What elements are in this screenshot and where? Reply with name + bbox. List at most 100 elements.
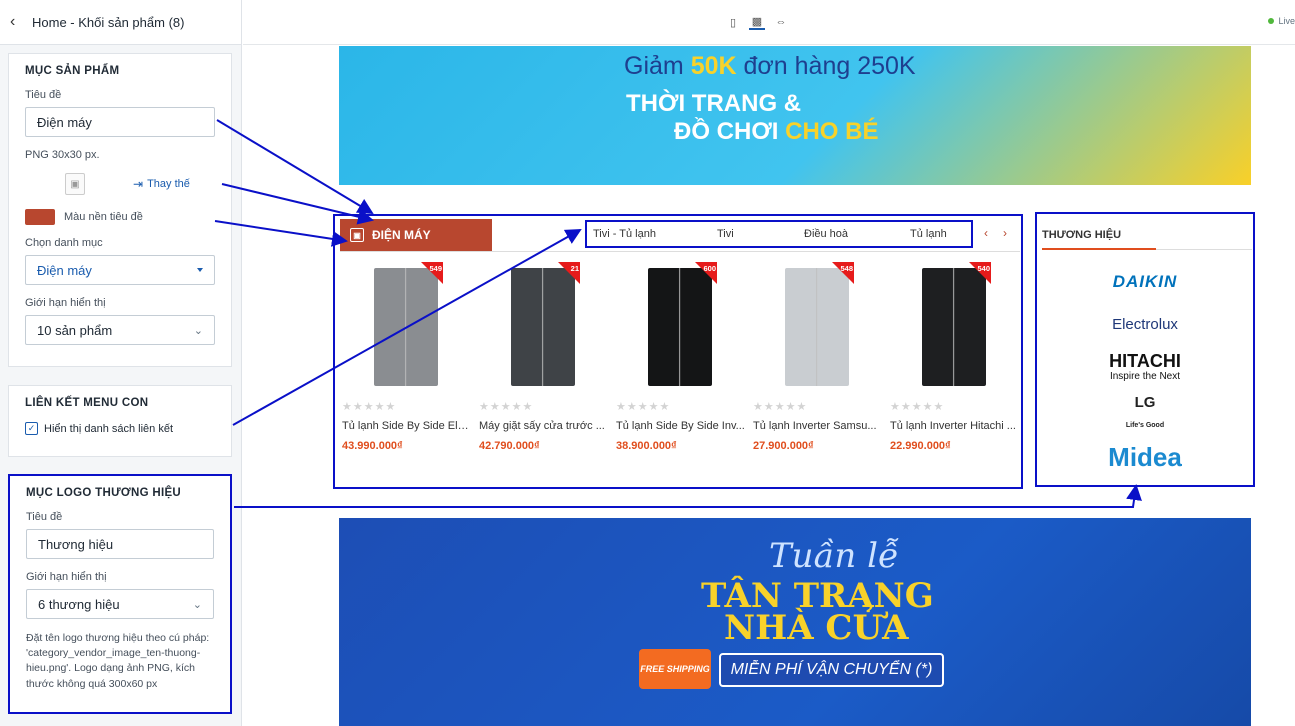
product-price: 42.790.000₫	[479, 440, 540, 452]
desktop-icon[interactable]: ▩	[749, 14, 765, 30]
kids-banner[interactable]: Giảm 50K đơn hàng 250K THỜI TRANG & ĐỒ C…	[339, 46, 1251, 185]
banner1-line3: ĐỒ CHƠI CHO BÉ	[674, 118, 878, 146]
banner1-line2: THỜI TRANG &	[626, 90, 802, 117]
submenu-tabs: Tivi - Tủ lạnh Tivi Điều hoà Tủ lạnh	[585, 220, 973, 248]
home-renovation-banner[interactable]: Tuần lễ TÂN TRANG NHÀ CỬA FREE SHIPPING …	[339, 518, 1251, 726]
banner1-line3-pre: ĐỒ CHƠI	[674, 118, 786, 145]
live-dot-icon	[1268, 18, 1275, 24]
product-card[interactable]: 21 ★★★★★ Máy giặt sấy cửa trước ... 42.790.…	[477, 262, 608, 452]
title-label: Tiêu đề	[25, 89, 62, 101]
midea-logo[interactable]: Midea	[1037, 442, 1253, 473]
product-price: 38.900.000₫	[616, 440, 677, 452]
brand-block-title: THƯƠNG HIỆU	[1042, 229, 1122, 241]
product-photo	[373, 268, 438, 386]
banner1-line3-hl: CHO BÉ	[785, 118, 879, 145]
replace-image-button[interactable]: ⇥ Thay thế	[133, 177, 190, 191]
device-switcher: ▯ ▩ ⇔	[725, 14, 797, 30]
product-name[interactable]: Máy giặt sấy cửa trước ...	[477, 420, 608, 432]
product-image[interactable]: 21	[477, 262, 608, 386]
brand-limit-label: Giới hạn hiển thị	[26, 571, 107, 583]
chevron-down-icon: ⌄	[192, 598, 202, 611]
brand-title-input[interactable]: Thương hiệu	[26, 529, 214, 559]
capacity-badge-text: 549	[429, 264, 442, 273]
free-shipping-badge: FREE SHIPPING	[639, 649, 711, 689]
tab-tu-lanh[interactable]: Tủ lạnh	[910, 228, 947, 240]
tab-dieu-hoa[interactable]: Điều hoà	[804, 228, 848, 240]
product-title-input[interactable]: Điện máy	[25, 107, 215, 137]
banner1-line1: Giảm 50K đơn hàng 250K	[624, 52, 916, 81]
bg-color-label: Màu nền tiêu đề	[64, 211, 143, 223]
product-image[interactable]: 540	[888, 262, 1019, 386]
replace-icon: ⇥	[133, 177, 144, 191]
show-links-checkbox[interactable]: ✓	[25, 422, 38, 435]
capacity-badge-text: 600	[703, 264, 716, 273]
product-card[interactable]: 549 ★★★★★ Tủ lạnh Side By Side Ele... 43.99…	[340, 262, 471, 452]
capacity-badge-text: 548	[840, 264, 853, 273]
category-image-thumb[interactable]: ▣	[65, 173, 85, 195]
banner2-line3: NHÀ CỬA	[724, 608, 909, 648]
back-icon[interactable]: ‹	[10, 13, 32, 31]
banner1-line1-pre: Giảm	[624, 52, 691, 80]
free-shipping-pill: MIỄN PHÍ VẬN CHUYỂN (*)	[719, 653, 944, 687]
live-label: Live	[1278, 16, 1295, 26]
product-image[interactable]: 548	[751, 262, 882, 386]
product-photo	[510, 268, 575, 386]
tab-tivi-tu-lanh[interactable]: Tivi - Tủ lạnh	[593, 228, 656, 240]
product-name[interactable]: Tủ lạnh Inverter Samsu...	[751, 420, 882, 432]
brand-block: THƯƠNG HIỆU DAIKIN Electrolux HITACHI In…	[1035, 212, 1255, 487]
fullwidth-icon[interactable]: ⇔	[773, 14, 789, 30]
tab-tivi[interactable]: Tivi	[717, 228, 734, 240]
daikin-logo[interactable]: DAIKIN	[1037, 272, 1253, 292]
limit-select[interactable]: 10 sản phẩm ⌄	[25, 315, 215, 345]
product-name[interactable]: Tủ lạnh Inverter Hitachi ...	[888, 420, 1019, 432]
submenu-section-title: LIÊN KẾT MENU CON	[25, 397, 149, 409]
theme-editor: ‹ Home - Khối sản phẩm (8) MỤC SẢN PHẨM …	[0, 0, 1295, 726]
product-card[interactable]: 600 ★★★★★ Tủ lạnh Side By Side Inv... 38.90…	[614, 262, 745, 452]
product-block: ▣ ĐIỆN MÁY Tivi - Tủ lạnh Tivi Điều hoà …	[333, 214, 1023, 489]
electrolux-logo[interactable]: Electrolux	[1037, 316, 1253, 333]
product-price: 27.900.000₫	[753, 440, 814, 452]
prev-arrow-icon[interactable]: ‹	[984, 226, 988, 240]
product-title-value: Điện máy	[37, 114, 92, 130]
product-name[interactable]: Tủ lạnh Side By Side Ele...	[340, 420, 471, 432]
rating-stars: ★★★★★	[342, 401, 397, 413]
hitachi-logo[interactable]: HITACHI	[1037, 351, 1253, 372]
lg-logo[interactable]: LG	[1037, 394, 1253, 411]
rating-stars: ★★★★★	[479, 401, 534, 413]
live-status: Live	[1268, 16, 1295, 26]
title-underline	[1042, 248, 1156, 250]
product-name[interactable]: Tủ lạnh Side By Side Inv...	[614, 420, 745, 432]
banner1-line1-hl: 50K	[690, 52, 737, 80]
replace-label: Thay thế	[147, 178, 190, 190]
preview-toolbar: ▯ ▩ ⇔ Live	[243, 0, 1295, 45]
product-image[interactable]: 549	[340, 262, 471, 386]
limit-value: 10 sản phẩm	[37, 322, 113, 338]
category-select[interactable]: Điện máy	[25, 255, 215, 285]
product-card[interactable]: 540 ★★★★★ Tủ lạnh Inverter Hitachi ... 22.9…	[888, 262, 1019, 452]
hitachi-tagline: Inspire the Next	[1109, 371, 1181, 382]
panel-header: ‹ Home - Khối sản phẩm (8)	[0, 0, 241, 45]
mobile-icon[interactable]: ▯	[725, 14, 741, 30]
product-section-title: MỤC SẢN PHẨM	[25, 65, 120, 77]
product-photo	[647, 268, 712, 386]
banner2-line1: Tuần lễ	[769, 536, 899, 576]
title-bg-color-swatch[interactable]	[25, 209, 55, 225]
capacity-badge-text: 21	[570, 264, 579, 273]
lg-tagline: Life's Good	[1125, 422, 1165, 429]
category-value: Điện máy	[37, 262, 92, 278]
next-arrow-icon[interactable]: ›	[1003, 226, 1007, 240]
product-image[interactable]: 600	[614, 262, 745, 386]
rating-stars: ★★★★★	[890, 401, 945, 413]
chevron-down-icon	[197, 268, 203, 272]
panel-title: Home - Khối sản phẩm (8)	[32, 14, 185, 30]
limit-label: Giới hạn hiển thị	[25, 297, 106, 309]
brand-limit-select[interactable]: 6 thương hiệu ⌄	[26, 589, 214, 619]
rating-stars: ★★★★★	[753, 401, 808, 413]
settings-panel: ‹ Home - Khối sản phẩm (8) MỤC SẢN PHẨM …	[0, 0, 242, 726]
product-card[interactable]: 548 ★★★★★ Tủ lạnh Inverter Samsu... 27.900.…	[751, 262, 882, 452]
checkbox-label: Hiển thị danh sách liên kết	[44, 422, 174, 435]
divider	[340, 251, 1020, 252]
brand-title-label: Tiêu đề	[26, 511, 63, 523]
brand-section-title: MỤC LOGO THƯƠNG HIỆU	[26, 487, 182, 499]
product-price: 43.990.000₫	[342, 440, 403, 452]
